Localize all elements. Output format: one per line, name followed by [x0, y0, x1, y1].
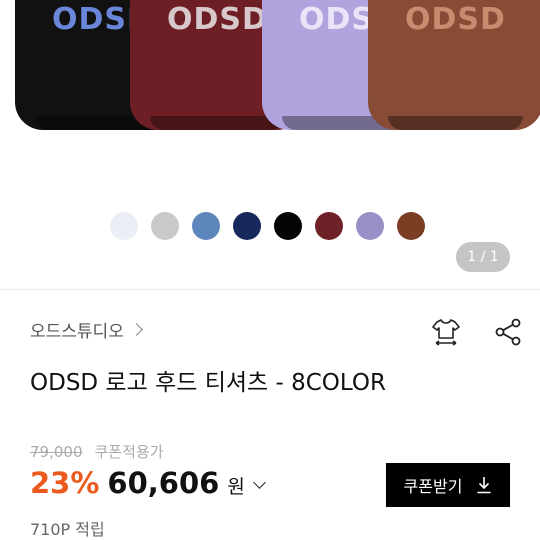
- shirt-size-icon[interactable]: [430, 316, 462, 348]
- original-price-row: 79,000 쿠폰적용가: [30, 441, 164, 462]
- swatch-burgundy[interactable]: [315, 212, 343, 240]
- hoodie-logo: ODSD: [405, 2, 506, 37]
- discount-rate: 23%: [30, 466, 100, 500]
- swatch-lavender[interactable]: [356, 212, 384, 240]
- color-swatches: [110, 212, 425, 240]
- get-coupon-label: 쿠폰받기: [403, 477, 463, 496]
- image-pager: 1 / 1: [456, 242, 510, 272]
- swatch-white[interactable]: [110, 212, 138, 240]
- swatch-black[interactable]: [274, 212, 302, 240]
- download-icon: [477, 477, 491, 494]
- chevron-right-icon: [129, 323, 143, 336]
- swatch-brown[interactable]: [397, 212, 425, 240]
- swatch-navy[interactable]: [233, 212, 261, 240]
- product-title: ODSD 로고 후드 티셔츠 - 8COLOR: [30, 370, 386, 396]
- price-row: 23% 60,606 원: [30, 466, 266, 500]
- product-image-gallery[interactable]: ODSD ODSD ODSD ODSD 1 / 1: [0, 0, 540, 290]
- swatch-blue[interactable]: [192, 212, 220, 240]
- brand-link[interactable]: 오드스튜디오: [30, 317, 143, 342]
- sale-price: 60,606: [107, 466, 220, 500]
- coupon-price-label: 쿠폰적용가: [94, 443, 164, 461]
- original-price: 79,000: [30, 442, 83, 461]
- get-coupon-button[interactable]: 쿠폰받기: [386, 463, 510, 507]
- share-icon[interactable]: [492, 316, 524, 348]
- swatch-gray[interactable]: [151, 212, 179, 240]
- brand-name: 오드스튜디오: [30, 322, 124, 342]
- chevron-down-icon[interactable]: [252, 476, 266, 489]
- divider: [0, 289, 540, 290]
- hoodie-image-brown: ODSD: [368, 0, 540, 130]
- currency-unit: 원: [227, 476, 245, 498]
- reward-points: 710P 적립: [30, 520, 105, 539]
